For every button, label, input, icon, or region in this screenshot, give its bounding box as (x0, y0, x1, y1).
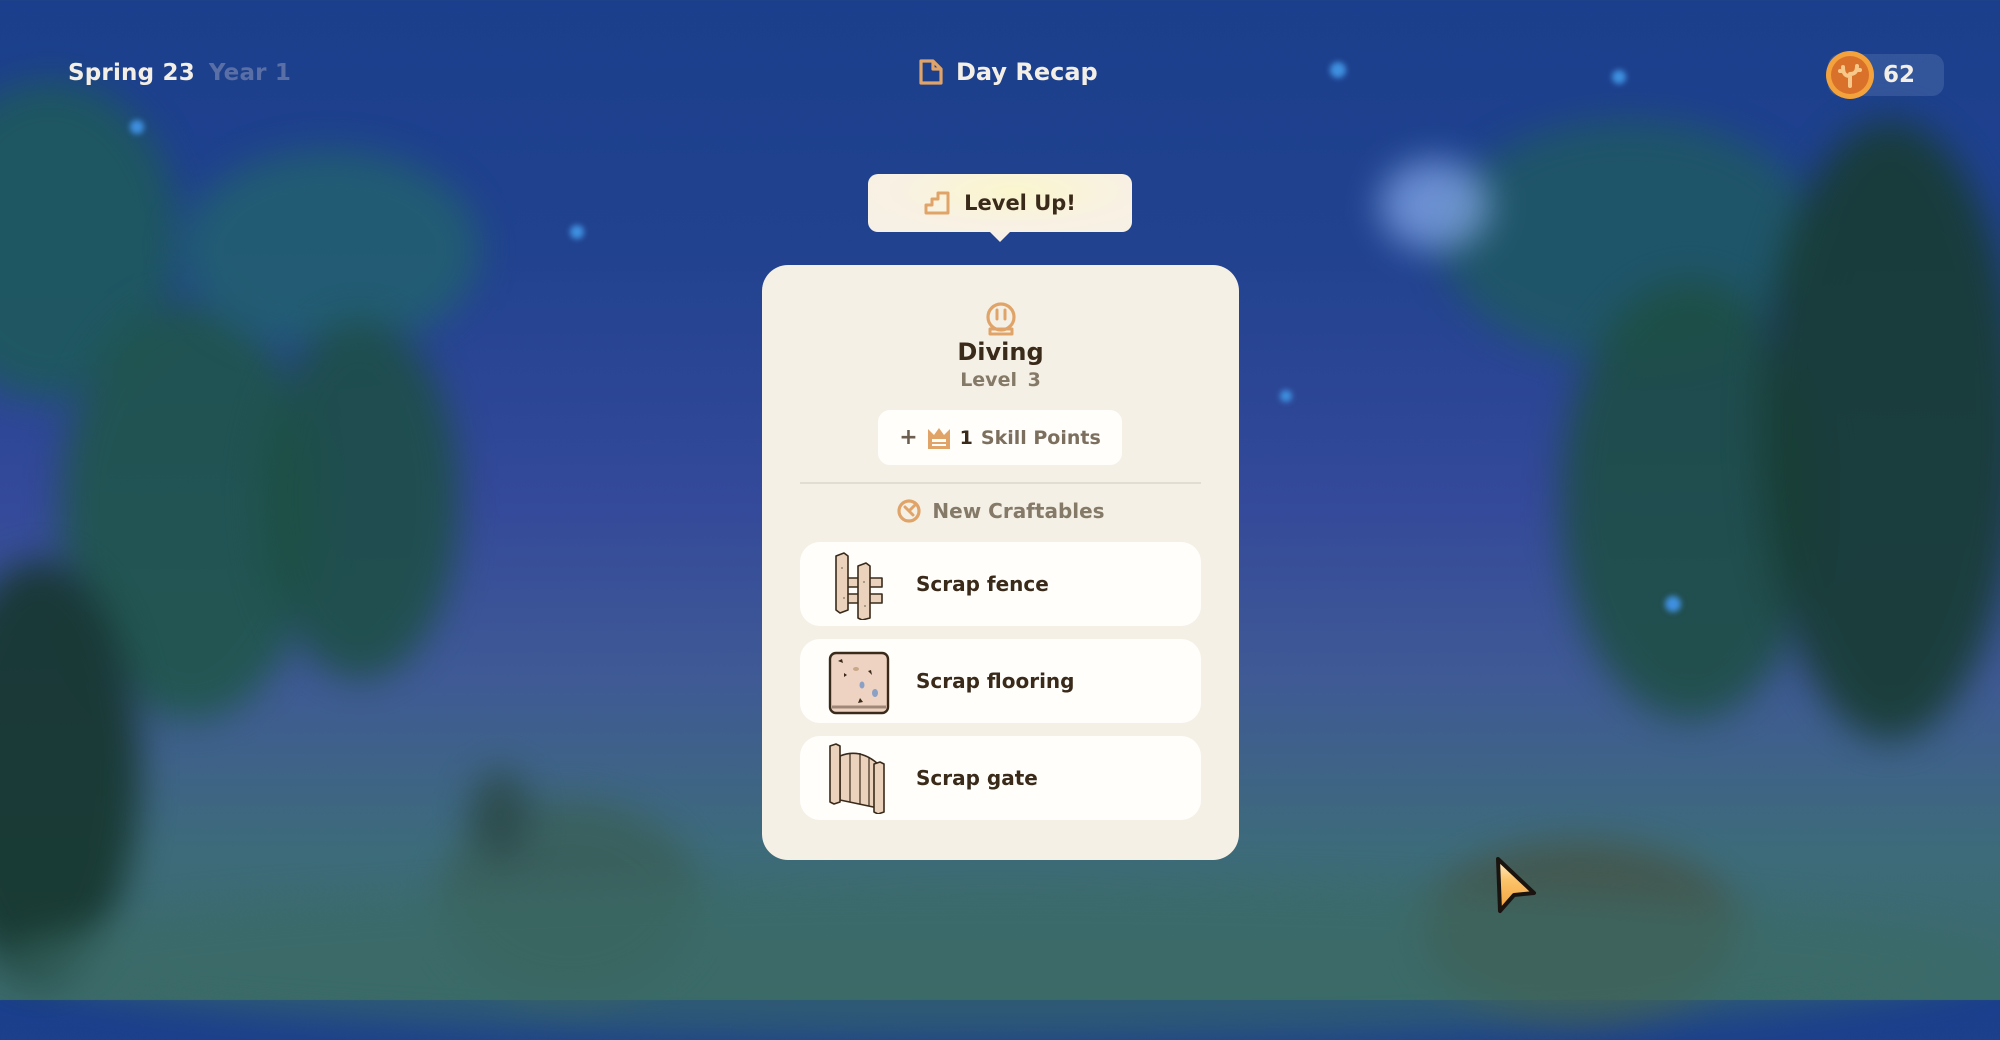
skill-points-label: Skill Points (980, 426, 1101, 449)
currency-value: 62 (1883, 62, 1916, 88)
document-icon (919, 59, 943, 85)
scrap-flooring-icon (828, 651, 890, 715)
craftable-name: Scrap fence (916, 572, 1049, 596)
day-recap-title: Day Recap (918, 58, 1098, 86)
level-up-text: Level Up! (964, 191, 1076, 215)
skill-points-reward: + 1 Skill Points (878, 410, 1122, 465)
crafting-icon (897, 499, 922, 523)
diving-helmet-icon (986, 302, 1016, 336)
craftable-item[interactable]: Scrap gate (800, 736, 1201, 820)
scrap-gate-icon (829, 743, 885, 814)
divider (800, 482, 1201, 484)
craftable-name: Scrap gate (916, 766, 1038, 790)
plus-sign: + (899, 425, 918, 450)
skill-points-amount: 1 (959, 426, 973, 449)
skill-name: Diving (957, 338, 1044, 366)
level-up-card: Diving Level 3 + 1 Skill Points New Craf… (762, 265, 1239, 860)
skill-level: Level 3 (960, 369, 1041, 391)
level-up-banner: Level Up! (868, 174, 1132, 232)
craftable-item[interactable]: Scrap flooring (800, 639, 1201, 723)
year-label: Year 1 (208, 60, 292, 86)
crown-icon (927, 427, 950, 449)
season-day: Spring 23 (68, 60, 195, 86)
page-title: Day Recap (956, 58, 1098, 86)
coral-coin-icon (1826, 51, 1874, 99)
stairs-icon (924, 191, 950, 215)
mouse-cursor-icon (1496, 857, 1536, 913)
new-craftables-heading: New Craftables (762, 498, 1239, 524)
new-craftables-label: New Craftables (932, 499, 1105, 523)
scrap-fence-icon (835, 552, 883, 620)
craftable-item[interactable]: Scrap fence (800, 542, 1201, 626)
date-display: Spring 23 Year 1 (68, 60, 291, 86)
craftable-name: Scrap flooring (916, 669, 1075, 693)
